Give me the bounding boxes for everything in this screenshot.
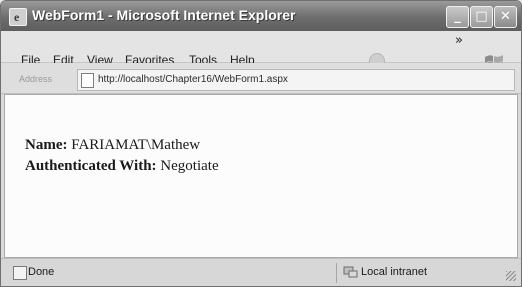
minimize-button[interactable]: _: [446, 6, 469, 28]
auth-value: Negotiate: [160, 158, 219, 174]
address-input[interactable]: http://localhost/Chapter16/WebForm1.aspx: [77, 69, 515, 91]
status-divider: [336, 263, 337, 283]
done-page-icon: [13, 266, 27, 280]
address-bar: Address http://localhost/Chapter16/WebFo…: [1, 63, 521, 94]
zone-text: Local intranet: [361, 266, 428, 278]
window-title: WebForm1 - Microsoft Internet Explorer: [32, 7, 296, 23]
menu-bar: File Edit View Favorites Tools Help »: [1, 31, 521, 70]
name-label: Name:: [25, 137, 68, 153]
auth-line: Authenticated With: Negotiate: [25, 158, 219, 175]
resize-grip[interactable]: [506, 271, 516, 281]
menu-chevron-icon[interactable]: »: [455, 33, 463, 48]
name-value: FARIAMAT\Mathew: [71, 137, 201, 153]
intranet-zone-icon: [343, 266, 358, 278]
title-bar[interactable]: e WebForm1 - Microsoft Internet Explorer…: [1, 1, 521, 31]
status-bar: Done Local intranet: [1, 258, 521, 286]
page-content: Name: FARIAMAT\Mathew Authenticated With…: [4, 94, 518, 258]
browser-window: e WebForm1 - Microsoft Internet Explorer…: [0, 0, 522, 287]
address-label: Address: [19, 74, 53, 84]
ie-page-icon: e: [9, 8, 27, 26]
page-icon: [81, 73, 94, 88]
maximize-button[interactable]: □: [470, 6, 493, 28]
close-button[interactable]: ✕: [494, 6, 517, 28]
address-url[interactable]: http://localhost/Chapter16/WebForm1.aspx: [98, 74, 288, 85]
name-line: Name: FARIAMAT\Mathew: [25, 137, 200, 154]
status-text: Done: [28, 266, 55, 278]
auth-label: Authenticated With:: [25, 158, 157, 174]
